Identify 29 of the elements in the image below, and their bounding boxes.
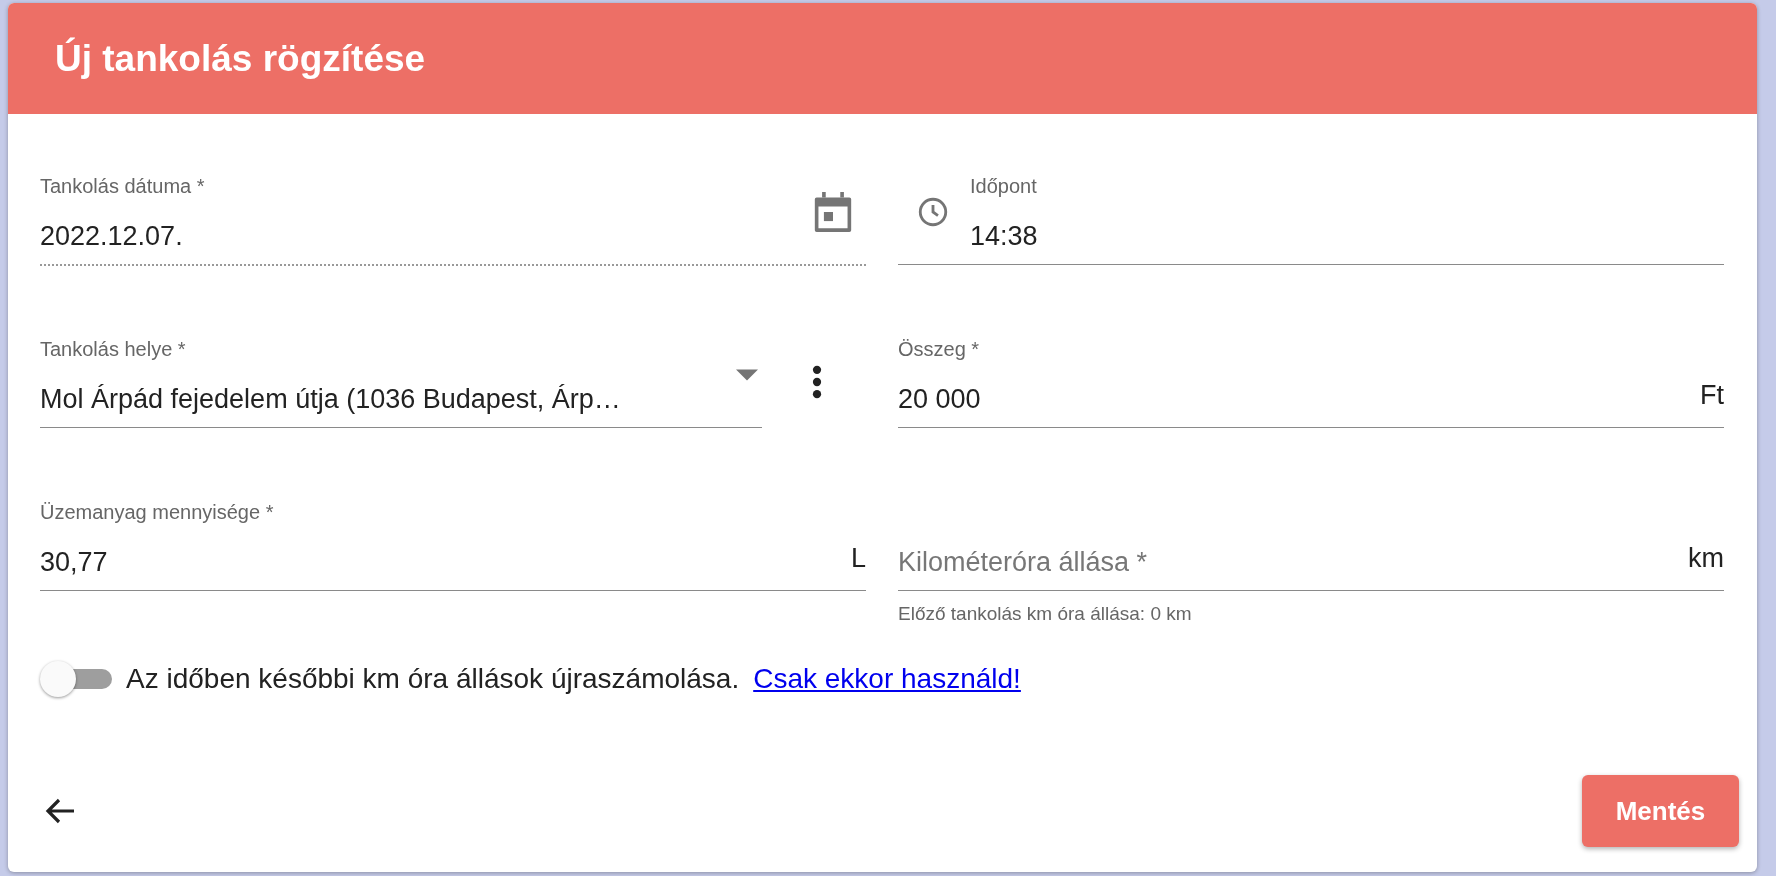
back-arrow-icon — [44, 797, 76, 825]
field-value: 14:38 — [970, 221, 1038, 252]
time-field[interactable]: Időpont 14:38 — [898, 172, 1724, 265]
toggle-switch[interactable] — [40, 659, 112, 699]
toggle-label: Az időben későbbi km óra állások újraszámolása. — [126, 663, 740, 695]
input-field[interactable]: Összeg * 20 000 Ft — [898, 335, 1724, 428]
select-field[interactable]: Tankolás helye * Mol Árpád fejedelem útja (1036 Budapest, Árp… — [40, 335, 762, 428]
dropdown-caret-icon — [736, 369, 758, 381]
unit-suffix: Ft — [1700, 380, 1724, 412]
field-label: Üzemanyag mennyisége * — [40, 500, 275, 525]
input-field[interactable]: Üzemanyag mennyisége * 30,77 L — [40, 498, 866, 591]
input-field[interactable]: Kilométeróra állása * — [898, 547, 1676, 578]
clock-icon — [916, 195, 950, 229]
dialog-title: Új tankolás rögzítése — [55, 37, 426, 80]
more-vert-icon — [812, 364, 822, 399]
field-value: 20 000 — [898, 384, 981, 415]
unit-suffix: L — [850, 543, 866, 575]
field-label: Tankolás dátuma * — [40, 174, 206, 199]
field-label: Tankolás helye * — [40, 337, 187, 362]
field-label: Időpont — [970, 174, 1038, 199]
help-link[interactable]: Csak ekkor használd! — [753, 663, 1021, 695]
unit-suffix: km — [1688, 543, 1724, 575]
date-field[interactable]: Tankolás dátuma * 2022.12.07. — [40, 172, 866, 266]
field-value: Mol Árpád fejedelem útja (1036 Budapest, Árp… — [40, 384, 621, 415]
helper-text: Előző tankolás km óra állása: 0 km — [898, 603, 1193, 625]
field-value: 30,77 — [40, 547, 108, 578]
calendar-icon — [814, 192, 852, 232]
field-label: Összeg * — [898, 337, 981, 362]
field-value: 2022.12.07. — [40, 221, 183, 252]
